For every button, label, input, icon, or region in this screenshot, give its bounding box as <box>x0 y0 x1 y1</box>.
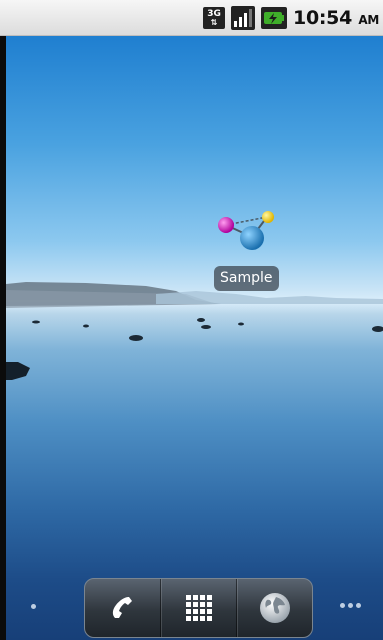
wallpaper <box>6 36 383 640</box>
clock-time: 10:54 <box>293 6 353 29</box>
app-drawer-icon <box>185 595 212 621</box>
page-dot <box>348 603 353 608</box>
status-bar[interactable]: 3G ⇅ 10:54 AM <box>0 0 383 36</box>
clock-ampm: AM <box>358 12 379 27</box>
data-activity-arrows: ⇅ <box>210 17 218 27</box>
network-type-label: 3G <box>207 8 221 19</box>
dock <box>84 578 313 638</box>
home-screen: 3G ⇅ 10:54 AM Sample <box>0 0 383 640</box>
signal-strength-icon <box>231 5 256 30</box>
status-clock: 10:54 AM <box>293 7 379 29</box>
phone-icon <box>112 597 132 618</box>
battery-charging-icon <box>261 6 288 29</box>
page-indicator-left[interactable] <box>31 604 36 609</box>
3g-data-icon: 3G ⇅ <box>203 6 226 29</box>
wallpaper-landscape <box>6 282 383 380</box>
browser-icon <box>259 593 290 623</box>
molecule-icon <box>218 211 274 250</box>
browser-button[interactable] <box>236 579 312 637</box>
widget-label[interactable]: Sample <box>214 266 279 291</box>
page-dot <box>356 603 361 608</box>
phone-button[interactable] <box>85 579 160 637</box>
page-indicator-right[interactable] <box>340 603 361 608</box>
page-dot <box>340 603 345 608</box>
app-drawer-button[interactable] <box>160 579 236 637</box>
